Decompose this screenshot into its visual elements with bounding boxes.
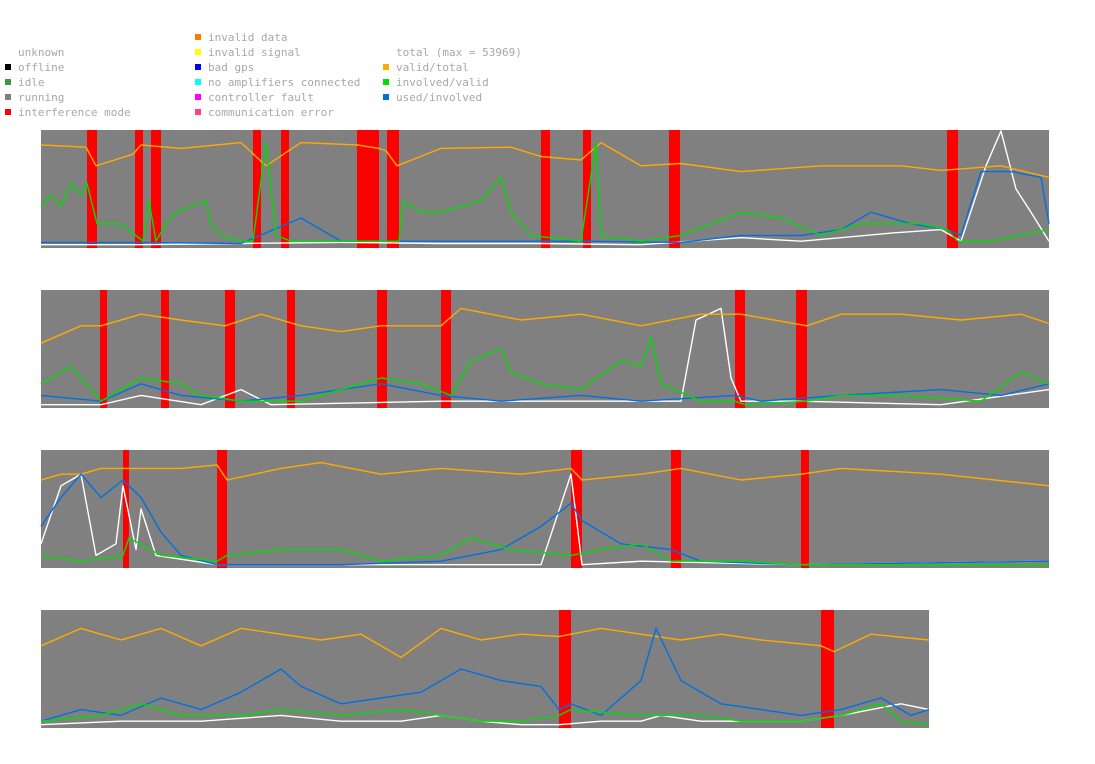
interference-mode-band: [801, 450, 809, 568]
interference-mode-band: [583, 130, 591, 248]
interference-mode-band: [287, 290, 295, 408]
interference-mode-band: [441, 290, 451, 408]
running-status-band: [41, 610, 929, 728]
interference-mode-band: [541, 130, 550, 248]
chart-row-2: [40, 290, 1050, 408]
chart-row-3: [40, 450, 1050, 568]
interference-mode-band: [225, 290, 235, 408]
interference-mode-band: [377, 290, 387, 408]
interference-mode-band: [669, 130, 680, 248]
interference-mode-band: [281, 130, 289, 248]
chart-row-1: [40, 130, 1050, 248]
chart-row-4: [40, 610, 930, 728]
interference-mode-band: [387, 130, 399, 248]
interference-mode-band: [151, 130, 161, 248]
interference-mode-band: [796, 290, 807, 408]
interference-mode-band: [100, 290, 107, 408]
status-chart: [40, 130, 1050, 728]
